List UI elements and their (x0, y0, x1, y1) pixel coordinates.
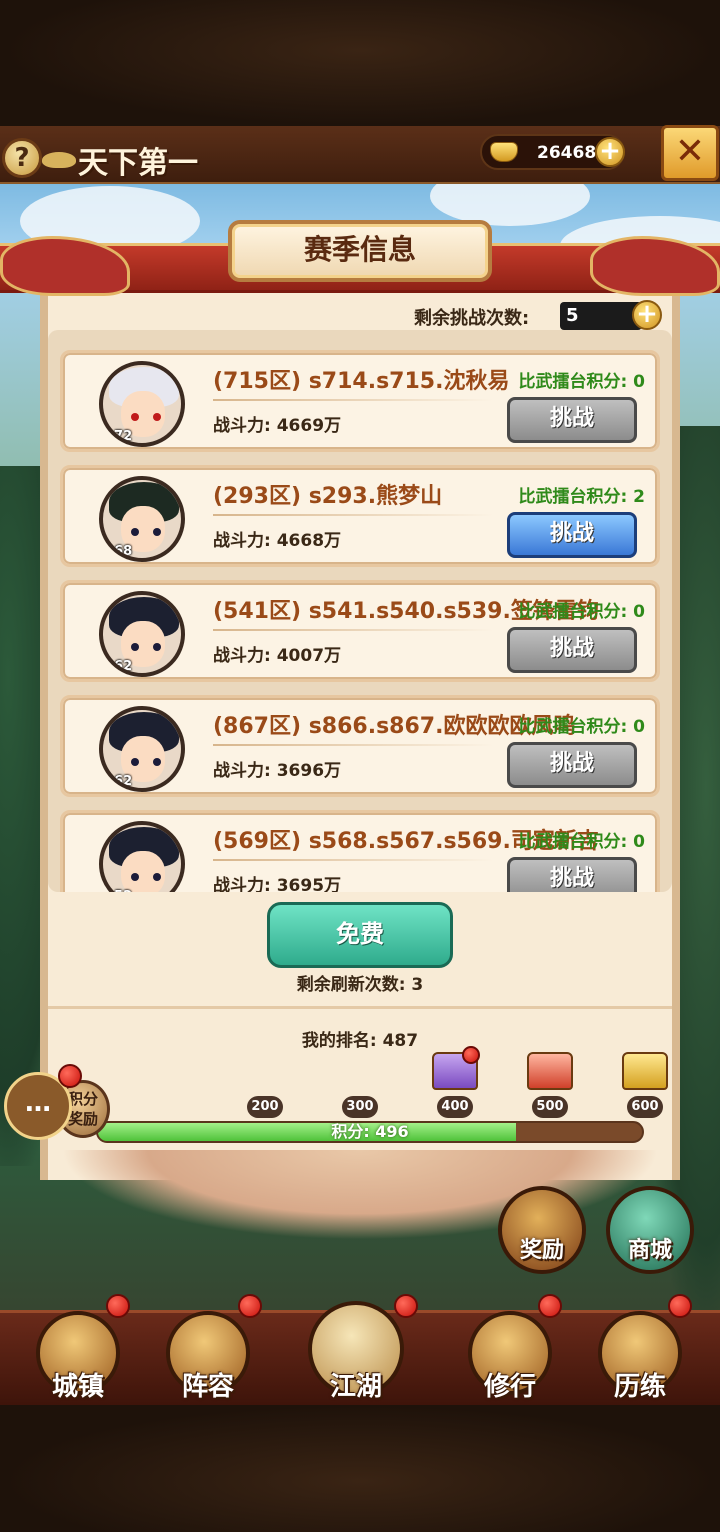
list-item: 162 (541区) s541.s540.s539.签锋雷钧 比武擂台积分: 0… (60, 580, 660, 682)
notification-dot (538, 1294, 562, 1318)
gold-currency: 26468 + (480, 134, 625, 170)
milestone-200: 200 (247, 1096, 283, 1118)
combat-power: 战斗力: 3695万 (213, 876, 342, 892)
nav-label: 城镇 (51, 1372, 104, 1402)
page-title: 天下第一 (78, 146, 198, 181)
divider (213, 514, 493, 516)
close-button[interactable]: ✕ (661, 125, 719, 181)
avatar[interactable]: 162 (99, 591, 185, 677)
notification-dot (462, 1046, 480, 1064)
refresh-count: 剩余刷新次数: 3 (296, 975, 424, 995)
player-name: (715区) s714.s715.沈秋易 (213, 369, 510, 394)
list-item: 152 (569区) s568.s567.s569.司寇新吉 比武擂台积分: 0… (60, 810, 660, 892)
help-button[interactable]: ? (2, 138, 42, 178)
score-progress-label: 积分: 496 (331, 1122, 409, 1141)
nav-label: 历练 (613, 1372, 666, 1402)
divider (213, 744, 493, 746)
level-badge: 168 (105, 544, 133, 559)
cloud-ornament-icon (42, 152, 76, 168)
nav-town[interactable]: 城镇 (28, 1305, 128, 1405)
crossed-swords-icon: ✕ (674, 131, 706, 172)
chest-500-icon[interactable] (527, 1052, 573, 1090)
remaining-challenges-value: 5 (560, 302, 642, 330)
notification-dot (668, 1294, 692, 1318)
opponent-list[interactable]: 172 (715区) s714.s715.沈秋易 比武擂台积分: 0 战斗力: … (48, 330, 672, 892)
level-badge: 162 (105, 774, 133, 789)
milestone-400: 400 (437, 1096, 473, 1118)
remaining-challenges-label: 剩余挑战次数: (414, 308, 530, 329)
challenge-button[interactable]: 挑战 (507, 857, 637, 892)
challenge-button[interactable]: 挑战 (507, 742, 637, 788)
question-icon: ? (14, 143, 30, 173)
notification-dot (58, 1064, 82, 1088)
nav-lineup[interactable]: 阵容 (158, 1305, 258, 1405)
combat-power: 战斗力: 4007万 (213, 646, 342, 666)
arena-score: 比武擂台积分: 0 (518, 372, 645, 392)
notification-dot (238, 1294, 262, 1318)
top-background (0, 0, 720, 126)
divider (213, 859, 493, 861)
avatar[interactable]: 162 (99, 706, 185, 792)
list-item: 168 (293区) s293.熊梦山 比武擂台积分: 2 战斗力: 4668万… (60, 465, 660, 567)
player-name: (293区) s293.熊梦山 (213, 484, 443, 509)
bottom-background (0, 1405, 720, 1532)
shop-button[interactable]: 商城 (606, 1186, 694, 1274)
list-item: 172 (715区) s714.s715.沈秋易 比武擂台积分: 0 战斗力: … (60, 350, 660, 452)
divider (213, 629, 493, 631)
divider (48, 1006, 672, 1009)
arena-score: 比武擂台积分: 0 (518, 602, 645, 622)
milestone-300: 300 (342, 1096, 378, 1118)
challenge-button[interactable]: 挑战 (507, 512, 637, 558)
chest-600-icon[interactable] (622, 1052, 668, 1090)
nav-label: 阵容 (181, 1372, 234, 1402)
my-rank: 我的排名: 487 (301, 1031, 419, 1051)
level-badge: 152 (105, 889, 135, 892)
add-gold-button[interactable]: + (595, 137, 625, 167)
milestone-600: 600 (627, 1096, 663, 1118)
combat-power: 战斗力: 3696万 (213, 761, 342, 781)
nav-jianghu[interactable]: 江湖 (306, 1301, 406, 1405)
arena-score: 比武擂台积分: 0 (518, 717, 645, 737)
avatar[interactable]: 172 (99, 361, 185, 447)
reward-button[interactable]: 奖励 (498, 1186, 586, 1274)
level-badge: 162 (105, 659, 133, 674)
avatar[interactable]: 152 (99, 821, 185, 892)
avatar[interactable]: 168 (99, 476, 185, 562)
nav-cultivation[interactable]: 修行 (460, 1305, 560, 1405)
divider (213, 399, 493, 401)
combat-power: 战斗力: 4668万 (213, 531, 342, 551)
add-challenges-button[interactable]: + (632, 300, 662, 330)
list-item: 162 (867区) s866.s867.欧欧欧欧凤鸣 比武擂台积分: 0 战斗… (60, 695, 660, 797)
challenge-button[interactable]: 挑战 (507, 397, 637, 443)
free-refresh-button[interactable]: 免费 (267, 902, 453, 968)
gold-ingot-icon (490, 142, 518, 162)
gold-amount: 26468 (537, 143, 597, 163)
nav-label: 江湖 (329, 1372, 382, 1402)
milestone-500: 500 (532, 1096, 568, 1118)
chat-bubble-icon: … (25, 1088, 51, 1118)
score-reward-label: 积分 奖励 (67, 1090, 98, 1128)
notification-dot (106, 1294, 130, 1318)
reward-label: 奖励 (519, 1238, 564, 1263)
shop-label: 商城 (627, 1238, 672, 1263)
combat-power: 战斗力: 4669万 (213, 416, 342, 436)
challenge-button[interactable]: 挑战 (507, 627, 637, 673)
level-badge: 172 (105, 429, 133, 444)
arena-score: 比武擂台积分: 0 (518, 832, 645, 852)
arena-score: 比武擂台积分: 2 (518, 487, 645, 507)
nav-label: 修行 (483, 1372, 536, 1402)
tab-season-info[interactable]: 赛季信息 (228, 220, 492, 282)
notification-dot (394, 1294, 418, 1318)
nav-trial[interactable]: 历练 (590, 1305, 690, 1405)
